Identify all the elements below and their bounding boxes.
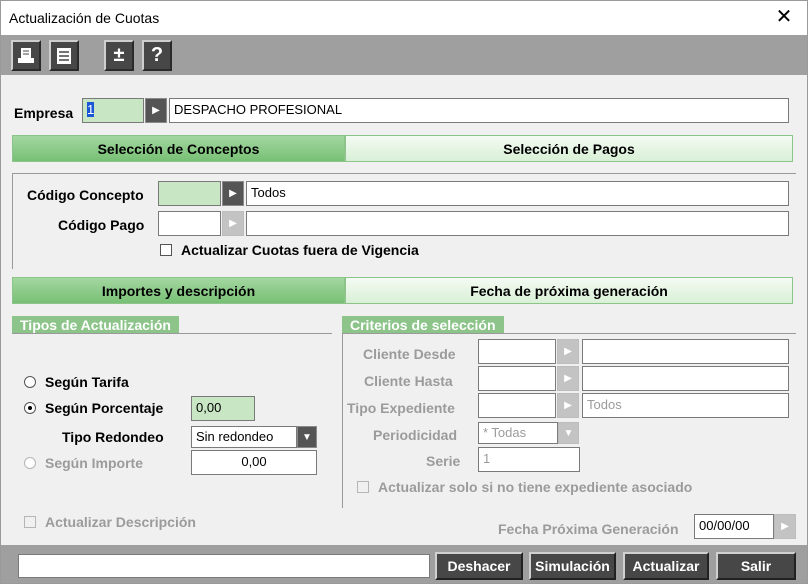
porcentaje-input[interactable]: 0,00 [191, 396, 255, 421]
solo-sin-expediente-checkbox[interactable] [357, 481, 369, 493]
empresa-label: Empresa [14, 105, 74, 121]
empresa-name-field: DESPACHO PROFESIONAL [169, 98, 789, 123]
title-bar: Actualización de Cuotas ✕ [1, 1, 807, 35]
print-icon[interactable] [11, 40, 41, 71]
fuera-vigencia-checkbox[interactable] [160, 244, 172, 256]
tipo-expediente-desc: Todos [582, 393, 789, 418]
cliente-desde-lookup-icon[interactable]: ▶ [557, 339, 579, 364]
codigo-concepto-input[interactable] [158, 181, 221, 206]
simulacion-button[interactable]: Simulación [529, 552, 616, 580]
tipos-actualizacion-header: Tipos de Actualización [12, 316, 179, 334]
fecha-proxima-generacion-input[interactable]: 00/00/00 [694, 514, 774, 539]
codigo-concepto-label: Código Concepto [27, 187, 144, 203]
plus-minus-icon[interactable]: ± [104, 40, 134, 71]
toolbar: ± ? [1, 35, 807, 75]
cliente-desde-label: Cliente Desde [363, 346, 456, 362]
codigo-concepto-lookup-icon[interactable]: ▶ [222, 181, 244, 206]
status-field [18, 554, 430, 578]
serie-input[interactable]: 1 [478, 447, 580, 472]
segun-tarifa-label: Según Tarifa [45, 374, 129, 390]
cliente-desde-desc [582, 339, 789, 364]
codigo-pago-lookup-icon[interactable]: ▶ [222, 211, 244, 236]
tipo-redondeo-dropdown-icon[interactable]: ▼ [297, 426, 317, 448]
tipos-divider [12, 333, 332, 334]
tipo-expediente-lookup-icon[interactable]: ▶ [557, 393, 579, 418]
tab-seleccion-conceptos[interactable]: Selección de Conceptos [12, 135, 345, 162]
codigo-concepto-desc: Todos [246, 181, 789, 206]
tab-importes-descripcion[interactable]: Importes y descripción [12, 277, 345, 304]
deshacer-button[interactable]: Deshacer [435, 552, 523, 580]
cliente-desde-input[interactable] [478, 339, 556, 364]
codigo-pago-desc [246, 211, 789, 236]
panel-left-border [12, 173, 13, 269]
fecha-proxima-generacion-label: Fecha Próxima Generación [498, 521, 679, 537]
criterios-seleccion-header: Criterios de selección [342, 316, 504, 334]
periodicidad-label: Periodicidad [373, 427, 458, 443]
segun-porcentaje-label: Según Porcentaje [45, 400, 164, 416]
tipo-redondeo-label: Tipo Redondeo [62, 429, 164, 445]
help-icon[interactable]: ? [142, 40, 172, 71]
actualizar-button[interactable]: Actualizar [623, 552, 709, 580]
cliente-hasta-input[interactable] [478, 366, 556, 391]
segun-importe-label: Según Importe [45, 455, 144, 471]
importe-input[interactable]: 0,00 [191, 450, 317, 475]
actualizar-descripcion-checkbox[interactable] [24, 516, 36, 528]
close-icon[interactable]: ✕ [773, 6, 795, 28]
content-area: Empresa 1 ▶ DESPACHO PROFESIONAL Selecci… [1, 75, 807, 545]
codigo-pago-input[interactable] [158, 211, 221, 236]
segun-importe-radio[interactable] [24, 457, 36, 469]
main-window: Actualización de Cuotas ✕ ± ? Empresa 1 … [0, 0, 808, 584]
segun-porcentaje-radio[interactable] [24, 402, 36, 414]
fuera-vigencia-label: Actualizar Cuotas fuera de Vigencia [181, 242, 419, 258]
document-list-icon[interactable] [49, 40, 79, 71]
empresa-code-input[interactable]: 1 [82, 98, 144, 123]
tipo-expediente-label: Tipo Expediente [347, 400, 455, 416]
periodicidad-dropdown-icon[interactable]: ▼ [558, 422, 579, 444]
tab-fecha-proxima-generacion[interactable]: Fecha de próxima generación [345, 277, 793, 304]
tab-seleccion-pagos[interactable]: Selección de Pagos [345, 135, 793, 162]
actualizar-descripcion-label: Actualizar Descripción [45, 514, 196, 530]
bottom-bar: Deshacer Simulación Actualizar Salir [1, 545, 807, 583]
serie-label: Serie [426, 453, 461, 469]
scrollbar[interactable] [796, 129, 807, 469]
codigo-pago-label: Código Pago [58, 217, 145, 233]
periodicidad-select[interactable]: * Todas [478, 422, 558, 444]
segun-tarifa-radio[interactable] [24, 376, 36, 388]
empresa-code-value: 1 [87, 102, 95, 117]
criterios-divider [342, 333, 796, 334]
solo-sin-expediente-label: Actualizar solo si no tiene expediente a… [378, 479, 693, 495]
cliente-hasta-lookup-icon[interactable]: ▶ [557, 366, 579, 391]
criterios-left-border [342, 333, 343, 508]
panel-divider [12, 173, 796, 174]
fecha-calendar-icon[interactable]: ▶ [774, 514, 796, 539]
salir-button[interactable]: Salir [716, 552, 796, 580]
tipo-expediente-input[interactable] [478, 393, 556, 418]
window-title: Actualización de Cuotas [9, 10, 160, 26]
cliente-hasta-desc [582, 366, 789, 391]
tipo-redondeo-select[interactable]: Sin redondeo [191, 426, 297, 448]
empresa-lookup-icon[interactable]: ▶ [145, 98, 167, 123]
cliente-hasta-label: Cliente Hasta [364, 373, 453, 389]
